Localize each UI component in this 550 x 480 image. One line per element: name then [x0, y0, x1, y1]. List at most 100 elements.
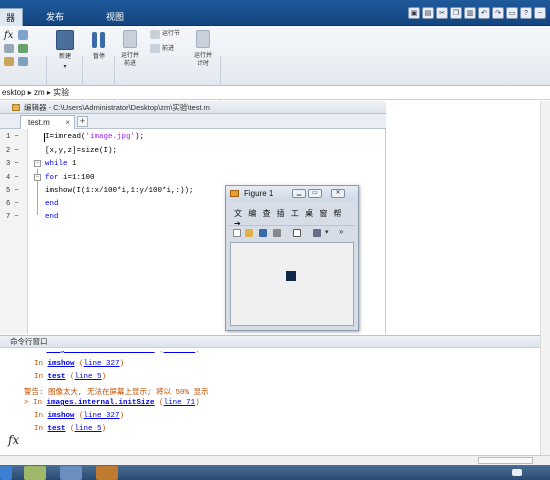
stack-link[interactable]: test — [48, 373, 66, 381]
tab-editor[interactable]: 器 — [0, 8, 23, 26]
tab-publish[interactable]: 发布 — [40, 8, 70, 26]
cmd-line: In test (line 5) — [34, 373, 107, 381]
right-panel — [387, 101, 550, 334]
close-icon[interactable]: × — [65, 116, 70, 129]
start-icon[interactable] — [0, 466, 12, 480]
run-time-button[interactable]: 运行并 计时 — [189, 52, 217, 68]
brush-icon[interactable] — [313, 229, 321, 237]
toolbar-overflow-icon[interactable]: » — [339, 228, 347, 237]
figure-menu-items[interactable]: 文 编 查 插 工 桌 窗 帮 — [234, 209, 344, 218]
minimize-ribbon-icon[interactable]: − — [534, 7, 546, 19]
editor-tab-strip: test.m × + — [0, 114, 386, 129]
open-file-icon[interactable] — [245, 229, 253, 237]
code-line-1[interactable]: I=imread('image.jpg'); — [45, 133, 144, 141]
quick-access-toolbar: ▣ ▤ ✂ ❐ ▥ ↶ ↷ ▭ ? − — [408, 7, 546, 21]
tray-icon[interactable] — [512, 469, 522, 476]
cmd-line: > In images.internal.initSize (line 71) — [24, 399, 200, 407]
new-figure-icon[interactable] — [233, 229, 241, 237]
code-line-7[interactable]: end — [45, 213, 59, 221]
stack-link[interactable]: imshow — [48, 412, 75, 420]
status-field — [478, 457, 533, 464]
line-link[interactable]: line 327 — [84, 412, 120, 420]
undo-icon[interactable]: ↶ — [478, 7, 490, 19]
insert-function-icon[interactable]: fx — [4, 30, 13, 41]
pause-icon[interactable] — [92, 32, 97, 48]
open-icon[interactable]: ▤ — [422, 7, 434, 19]
copy-icon[interactable]: ❐ — [450, 7, 462, 19]
run-time-icon[interactable] — [196, 30, 210, 48]
warning-message: 警告: 图像太大, 无法在屏幕上显示; 将以 50% 显示 — [24, 389, 209, 397]
pause-button[interactable]: 暂停 — [86, 53, 112, 61]
switch-windows-icon[interactable]: ▭ — [506, 7, 518, 19]
line-link[interactable]: line 327 — [84, 360, 120, 368]
line-number: 1 − — [6, 133, 19, 141]
advance-button[interactable]: 前进 — [162, 45, 184, 53]
paste-icon[interactable]: ▥ — [464, 7, 476, 19]
figure-canvas[interactable] — [230, 242, 354, 326]
editor-header: 编辑器 - C:\Users\Administrator\Desktop\zm\… — [0, 101, 386, 114]
taskbar-app-icon[interactable] — [60, 466, 82, 480]
close-window-icon[interactable]: ✕ — [331, 189, 345, 198]
save-figure-icon[interactable] — [259, 229, 267, 237]
file-tab[interactable]: test.m × — [20, 115, 75, 129]
figure-icon — [230, 190, 239, 197]
add-tab-button[interactable]: + — [77, 116, 88, 127]
figure-menu-bar[interactable]: 文 编 查 插 工 桌 窗 帮 ➔ — [229, 208, 355, 228]
taskbar-app-icon[interactable] — [24, 466, 46, 480]
wrap-button[interactable] — [18, 57, 28, 66]
figure-window[interactable]: Figure 1 ▁ ▭ ✕ 文 编 查 插 工 桌 窗 帮 ➔ ▾ » — [225, 185, 359, 331]
maximize-icon[interactable]: ▭ — [308, 189, 322, 198]
taskbar-app-icon[interactable] — [96, 466, 118, 480]
chevron-down-icon[interactable]: ▾ — [52, 63, 78, 71]
run-section-button[interactable]: 运行节 — [162, 30, 184, 38]
cmd-line: In imshow (line 327) — [34, 412, 125, 420]
line-number: 3 − — [6, 160, 19, 168]
fold-toggle-icon[interactable]: − — [34, 174, 41, 181]
code-line-4[interactable]: for i=1:100 — [45, 174, 95, 182]
insert-button[interactable] — [18, 30, 28, 40]
file-tab-label: test.m — [28, 118, 50, 127]
fold-toggle-icon[interactable]: − — [34, 160, 41, 167]
indent-button[interactable] — [18, 44, 28, 53]
code-line-2[interactable]: [x,y,z]=size(I); — [45, 147, 117, 155]
line-link[interactable]: line 71 — [164, 399, 196, 407]
cmd-line: In test (line 5) — [34, 425, 107, 433]
run-section-icon[interactable] — [150, 30, 160, 39]
advance-icon[interactable] — [150, 44, 160, 53]
print-icon[interactable] — [273, 229, 281, 237]
minimize-icon[interactable]: ▁ — [292, 189, 306, 198]
chevron-down-icon[interactable]: ▾ — [325, 229, 330, 237]
run-advance-icon[interactable] — [123, 30, 137, 48]
status-bar — [0, 455, 550, 465]
ribbon-tab-bar: 器 发布 视图 ▣ ▤ ✂ ❐ ▥ ↶ ↷ ▭ ? − — [0, 0, 550, 26]
line-link[interactable]: line 5 — [75, 425, 102, 433]
line-link[interactable]: line 5 — [75, 373, 102, 381]
format-button[interactable] — [4, 57, 14, 66]
line-number: 6 − — [6, 200, 19, 208]
cut-icon[interactable]: ✂ — [436, 7, 448, 19]
redo-icon[interactable]: ↷ — [492, 7, 504, 19]
code-line-3[interactable]: while 1 — [45, 160, 77, 168]
function-prompt-icon[interactable]: fx — [8, 433, 19, 447]
line-number: 5 − — [6, 187, 19, 195]
tab-view[interactable]: 视图 — [95, 8, 135, 26]
stack-link[interactable]: test — [48, 425, 66, 433]
line-number: 4 − — [6, 174, 19, 182]
run-advance-button[interactable]: 运行并 前进 — [116, 52, 144, 68]
pointer-icon[interactable] — [293, 229, 301, 237]
comment-button[interactable] — [4, 44, 14, 53]
address-bar[interactable]: esktop ▸ zm ▸ 实验 — [0, 86, 550, 100]
cmd-line: In imshow (line 327) — [34, 360, 125, 368]
taskbar — [0, 465, 550, 480]
goto-label: 新建 — [58, 54, 71, 60]
stack-link[interactable]: imshow — [48, 360, 75, 368]
save-icon[interactable]: ▣ — [408, 7, 420, 19]
command-window[interactable]: > In images.internal.initSize (line 71) … — [0, 348, 540, 463]
goto-icon[interactable] — [56, 30, 74, 50]
code-line-6[interactable]: end — [45, 200, 59, 208]
vertical-scrollbar[interactable] — [540, 101, 550, 461]
code-line-5[interactable]: imshow(I(1:x/100*i,1:y/100*i,:)); — [45, 187, 194, 195]
line-number: 2 − — [6, 147, 19, 155]
stack-link[interactable]: images.internal.initSize — [47, 399, 155, 407]
help-icon[interactable]: ? — [520, 7, 532, 19]
